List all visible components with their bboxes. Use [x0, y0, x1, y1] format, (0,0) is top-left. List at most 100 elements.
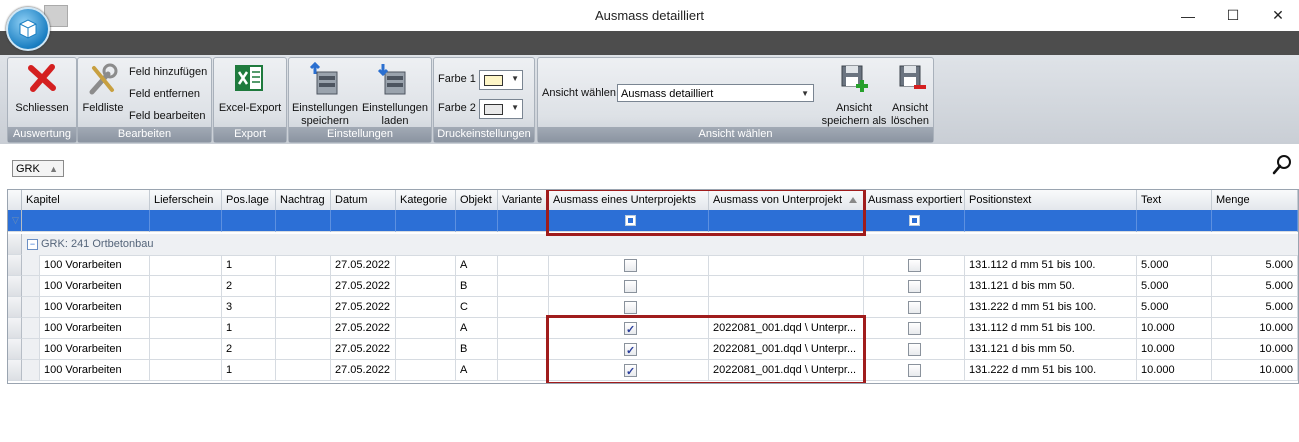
checkbox[interactable]: [908, 280, 921, 293]
checkbox[interactable]: [624, 259, 637, 272]
row-indent: [22, 255, 40, 276]
checkbox[interactable]: [908, 301, 921, 314]
col-variante[interactable]: Variante: [498, 190, 549, 211]
checkbox[interactable]: [624, 280, 637, 293]
group-row[interactable]: − GRK: 241 Ortbetonbau: [8, 234, 1298, 256]
cell-positionstext: 131.121 d bis mm 50.: [965, 276, 1137, 297]
cell-menge: 10.000: [1212, 360, 1298, 381]
filter-checkbox-icon[interactable]: [909, 215, 920, 226]
checkbox[interactable]: [908, 322, 921, 335]
filter-cell[interactable]: [222, 210, 276, 232]
group-caption: Auswertung: [8, 127, 76, 142]
col-objekt[interactable]: Objekt: [456, 190, 498, 211]
app-logo-icon[interactable]: [6, 7, 50, 51]
row-selector[interactable]: [8, 360, 22, 381]
filter-cell[interactable]: [150, 210, 222, 232]
group-by-chip[interactable]: GRK ▲: [12, 160, 64, 177]
search-icon[interactable]: [1272, 154, 1292, 176]
feld-hinzufuegen-button[interactable]: Feld hinzufügen: [129, 66, 207, 78]
col-text[interactable]: Text: [1137, 190, 1212, 211]
row-selector[interactable]: [8, 255, 22, 276]
filter-icon-cell[interactable]: ▽: [8, 210, 22, 232]
feld-entfernen-button[interactable]: Feld entfernen: [129, 88, 200, 100]
farbe2-label: Farbe 2: [438, 102, 476, 114]
filter-cell[interactable]: [331, 210, 396, 232]
cell-text: 5.000: [1137, 276, 1212, 297]
close-x-icon: [28, 64, 56, 92]
table-row[interactable]: 100 Vorarbeiten 1 27.05.2022 A 131.112 d mm …: [8, 255, 1298, 276]
row-selector[interactable]: [8, 276, 22, 297]
cell-exportiert[interactable]: [864, 255, 965, 276]
col-menge[interactable]: Menge: [1212, 190, 1298, 211]
schliessen-button[interactable]: Schliessen: [8, 102, 76, 115]
cell-exportiert[interactable]: [864, 297, 965, 318]
checkbox[interactable]: [908, 259, 921, 272]
filter-icon[interactable]: ▽: [12, 215, 19, 225]
cell-text: 5.000: [1137, 255, 1212, 276]
cell-menge: 5.000: [1212, 255, 1298, 276]
checkbox[interactable]: [908, 343, 921, 356]
col-positionstext[interactable]: Positionstext: [965, 190, 1137, 211]
group-druckeinstellungen: Farbe 1 ▼ Farbe 2 ▼ Druckeinstellungen: [433, 57, 535, 143]
farbe2-picker[interactable]: ▼: [479, 99, 523, 119]
col-datum[interactable]: Datum: [331, 190, 396, 211]
cell-kapitel: 100 Vorarbeiten: [40, 297, 150, 318]
cell-exportiert[interactable]: [864, 318, 965, 339]
col-kapitel[interactable]: Kapitel: [22, 190, 150, 211]
cell-variante: [498, 276, 549, 297]
col-poslage[interactable]: Pos.lage: [222, 190, 276, 211]
row-selector[interactable]: [8, 339, 22, 360]
table-row[interactable]: 100 Vorarbeiten 2 27.05.2022 B 131.121 d bis…: [8, 276, 1298, 297]
filter-cell[interactable]: [498, 210, 549, 232]
col-kategorie[interactable]: Kategorie: [396, 190, 456, 211]
row-selector[interactable]: [8, 318, 22, 339]
ansicht-speichern-als-button[interactable]: Ansicht speichern als: [820, 102, 888, 128]
cell-text: 10.000: [1137, 360, 1212, 381]
minimize-button[interactable]: —: [1165, 0, 1211, 31]
label-line-1: Ansicht: [835, 102, 873, 114]
row-selector[interactable]: [8, 234, 22, 255]
cell-datum: 27.05.2022: [331, 318, 396, 339]
cell-unterprojekts[interactable]: [549, 276, 709, 297]
filter-cell[interactable]: [864, 210, 965, 232]
maximize-button[interactable]: ☐: [1210, 0, 1256, 31]
ansicht-select[interactable]: Ausmass detailliert ▼: [617, 84, 814, 102]
cell-menge: 10.000: [1212, 339, 1298, 360]
feld-bearbeiten-button[interactable]: Feld bearbeiten: [129, 110, 205, 122]
filter-cell[interactable]: [1212, 210, 1298, 232]
filter-cell[interactable]: [22, 210, 150, 232]
cell-exportiert[interactable]: [864, 339, 965, 360]
close-button[interactable]: ✕: [1255, 0, 1299, 31]
menu-strip: [0, 31, 1299, 55]
cell-unterprojekts[interactable]: [549, 255, 709, 276]
label-line-1: Einstellungen: [361, 102, 429, 114]
label-line-2: laden: [381, 115, 409, 127]
col-lieferschein[interactable]: Lieferschein: [150, 190, 222, 211]
col-ausmass-exportiert[interactable]: Ausmass exportiert: [864, 190, 965, 211]
einstellungen-laden-button[interactable]: Einstellungen laden: [361, 102, 429, 128]
filter-cell[interactable]: [1137, 210, 1212, 232]
col-nachtrag[interactable]: Nachtrag: [276, 190, 331, 211]
checkbox[interactable]: [908, 364, 921, 377]
ansicht-loeschen-button[interactable]: Ansicht löschen: [888, 102, 932, 128]
filter-cell[interactable]: [396, 210, 456, 232]
filter-cell[interactable]: [276, 210, 331, 232]
cell-datum: 27.05.2022: [331, 339, 396, 360]
farbe1-picker[interactable]: ▼: [479, 70, 523, 90]
data-grid[interactable]: Kapitel Lieferschein Pos.lage Nachtrag Datum…: [7, 189, 1299, 384]
cell-kategorie: [396, 255, 456, 276]
filter-cell[interactable]: [965, 210, 1137, 232]
excel-export-button[interactable]: Excel-Export: [214, 102, 286, 115]
collapse-icon[interactable]: −: [27, 239, 38, 250]
cell-datum: 27.05.2022: [331, 297, 396, 318]
feldliste-button[interactable]: Feldliste: [80, 102, 126, 115]
cell-lieferschein: [150, 255, 222, 276]
cell-exportiert[interactable]: [864, 276, 965, 297]
filter-cell[interactable]: [456, 210, 498, 232]
row-selector[interactable]: [8, 297, 22, 318]
cell-exportiert[interactable]: [864, 360, 965, 381]
checkbox[interactable]: [624, 301, 637, 314]
excel-icon: [235, 65, 263, 91]
header-corner[interactable]: [8, 190, 22, 211]
einstellungen-speichern-button[interactable]: Einstellungen speichern: [291, 102, 359, 128]
